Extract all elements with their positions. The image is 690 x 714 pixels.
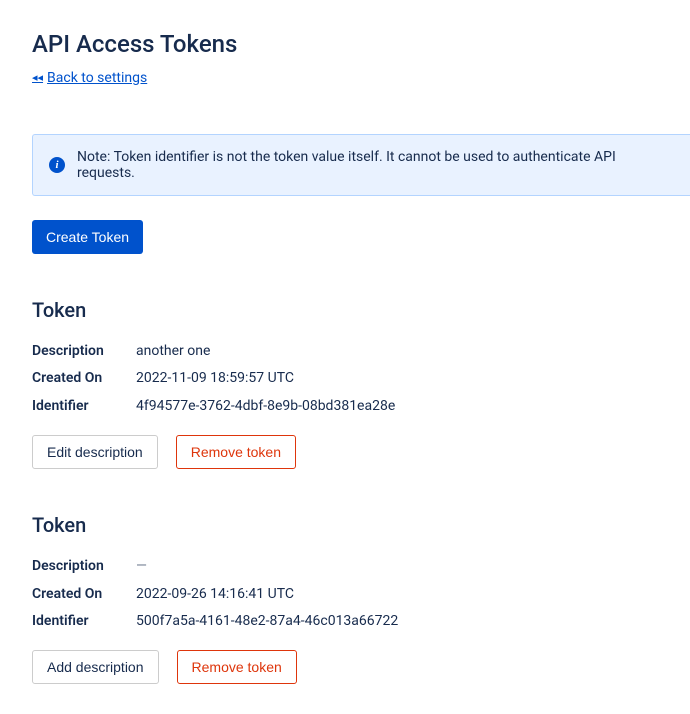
- token-heading: Token: [32, 298, 690, 322]
- token-details: Description another one Created On 2022-…: [32, 340, 690, 419]
- description-value: —: [136, 555, 147, 579]
- info-banner-text: Note: Token identifier is not the token …: [77, 149, 674, 181]
- identifier-label: Identifier: [32, 395, 136, 419]
- token-details: Description — Created On 2022-09-26 14:1…: [32, 555, 690, 634]
- identifier-label: Identifier: [32, 610, 136, 634]
- back-link-label: Back to settings: [47, 70, 147, 86]
- remove-token-button[interactable]: Remove token: [177, 650, 297, 684]
- created-on-value: 2022-11-09 18:59:57 UTC: [136, 367, 294, 391]
- created-on-label: Created On: [32, 367, 136, 391]
- add-description-button[interactable]: Add description: [32, 650, 159, 684]
- remove-token-button[interactable]: Remove token: [176, 435, 296, 469]
- created-on-value: 2022-09-26 14:16:41 UTC: [136, 583, 294, 607]
- description-value: another one: [136, 340, 210, 364]
- edit-description-button[interactable]: Edit description: [32, 435, 158, 469]
- identifier-value: 4f94577e-3762-4dbf-8e9b-08bd381ea28e: [136, 395, 395, 419]
- description-label: Description: [32, 555, 136, 579]
- page-title: API Access Tokens: [32, 30, 690, 58]
- token-section: Token Description — Created On 2022-09-2…: [32, 513, 690, 684]
- created-on-label: Created On: [32, 583, 136, 607]
- back-to-settings-link[interactable]: ◂◂ Back to settings: [32, 70, 147, 86]
- info-icon: i: [49, 157, 65, 173]
- identifier-value: 500f7a5a-4161-48e2-87a4-46c013a66722: [136, 610, 398, 634]
- double-arrow-left-icon: ◂◂: [32, 71, 43, 84]
- token-heading: Token: [32, 513, 690, 537]
- create-token-button[interactable]: Create Token: [32, 220, 143, 254]
- description-label: Description: [32, 340, 136, 364]
- token-section: Token Description another one Created On…: [32, 298, 690, 469]
- info-banner: i Note: Token identifier is not the toke…: [32, 134, 690, 196]
